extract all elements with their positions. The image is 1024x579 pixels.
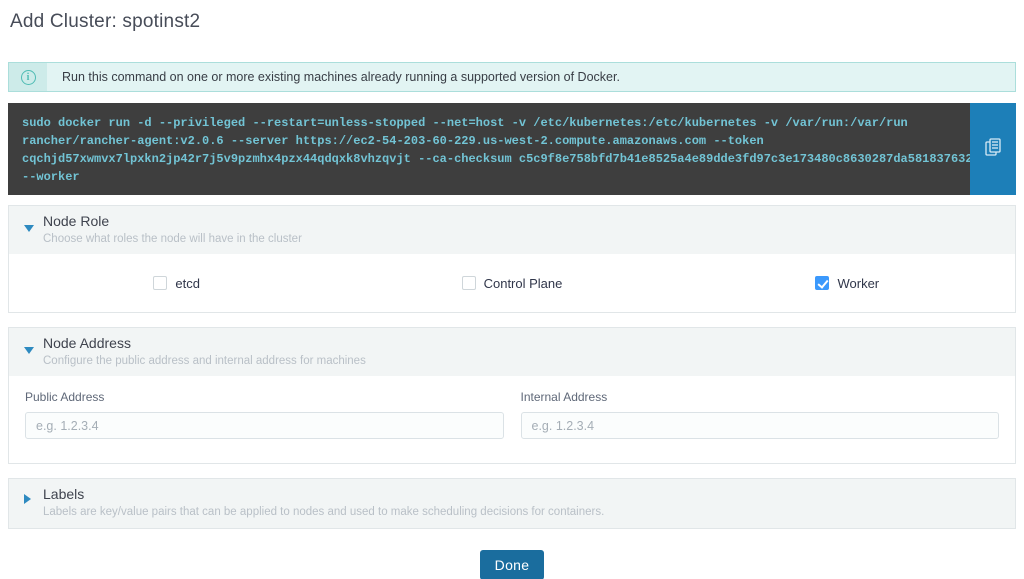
- worker-checkbox[interactable]: [815, 276, 829, 290]
- internal-address-input[interactable]: [521, 412, 1000, 439]
- public-address-field-group: Public Address: [25, 390, 504, 439]
- node-address-fields: Public Address Internal Address: [9, 376, 1015, 463]
- section-title: Labels: [43, 486, 1003, 502]
- info-icon: [21, 70, 36, 85]
- section-subtitle: Choose what roles the node will have in …: [43, 233, 1003, 245]
- info-banner-icon-cell: [9, 63, 47, 91]
- etcd-checkbox-label[interactable]: etcd: [175, 276, 200, 291]
- internal-address-field-group: Internal Address: [521, 390, 1000, 439]
- copy-command-button[interactable]: [970, 103, 1016, 195]
- clipboard-icon: [985, 138, 1002, 160]
- docker-command-text: sudo docker run -d --privileged --restar…: [8, 103, 970, 195]
- control-plane-checkbox[interactable]: [462, 276, 476, 290]
- add-cluster-page: Add Cluster: spotinst2 Run this command …: [0, 0, 1024, 579]
- labels-section: Labels Labels are key/value pairs that c…: [8, 478, 1016, 529]
- node-role-section-header[interactable]: Node Role Choose what roles the node wil…: [9, 206, 1015, 254]
- node-role-options: etcd Control Plane Worker: [9, 254, 1015, 312]
- section-subtitle: Configure the public address and interna…: [43, 355, 1003, 367]
- info-banner: Run this command on one or more existing…: [8, 62, 1016, 92]
- section-title: Node Role: [43, 213, 1003, 229]
- caret-right-icon[interactable]: [24, 494, 31, 504]
- control-plane-checkbox-label[interactable]: Control Plane: [484, 276, 563, 291]
- public-address-label: Public Address: [25, 390, 504, 404]
- internal-address-label: Internal Address: [521, 390, 1000, 404]
- caret-down-icon[interactable]: [24, 225, 34, 232]
- section-subtitle: Labels are key/value pairs that can be a…: [43, 506, 1003, 518]
- page-title: Add Cluster: spotinst2: [8, 0, 1016, 33]
- section-title: Node Address: [43, 335, 1003, 351]
- done-button[interactable]: Done: [480, 550, 545, 579]
- footer: Done: [8, 550, 1016, 579]
- docker-command-block: sudo docker run -d --privileged --restar…: [8, 103, 1016, 195]
- role-option-worker: Worker: [680, 276, 1015, 291]
- etcd-checkbox[interactable]: [153, 276, 167, 290]
- labels-section-header[interactable]: Labels Labels are key/value pairs that c…: [9, 479, 1015, 528]
- node-role-section: Node Role Choose what roles the node wil…: [8, 205, 1016, 313]
- worker-checkbox-label[interactable]: Worker: [837, 276, 879, 291]
- caret-down-icon[interactable]: [24, 347, 34, 354]
- node-address-section: Node Address Configure the public addres…: [8, 327, 1016, 464]
- role-option-etcd: etcd: [9, 276, 344, 291]
- public-address-input[interactable]: [25, 412, 504, 439]
- node-address-section-header[interactable]: Node Address Configure the public addres…: [9, 328, 1015, 376]
- role-option-control-plane: Control Plane: [344, 276, 679, 291]
- info-banner-text: Run this command on one or more existing…: [47, 63, 620, 91]
